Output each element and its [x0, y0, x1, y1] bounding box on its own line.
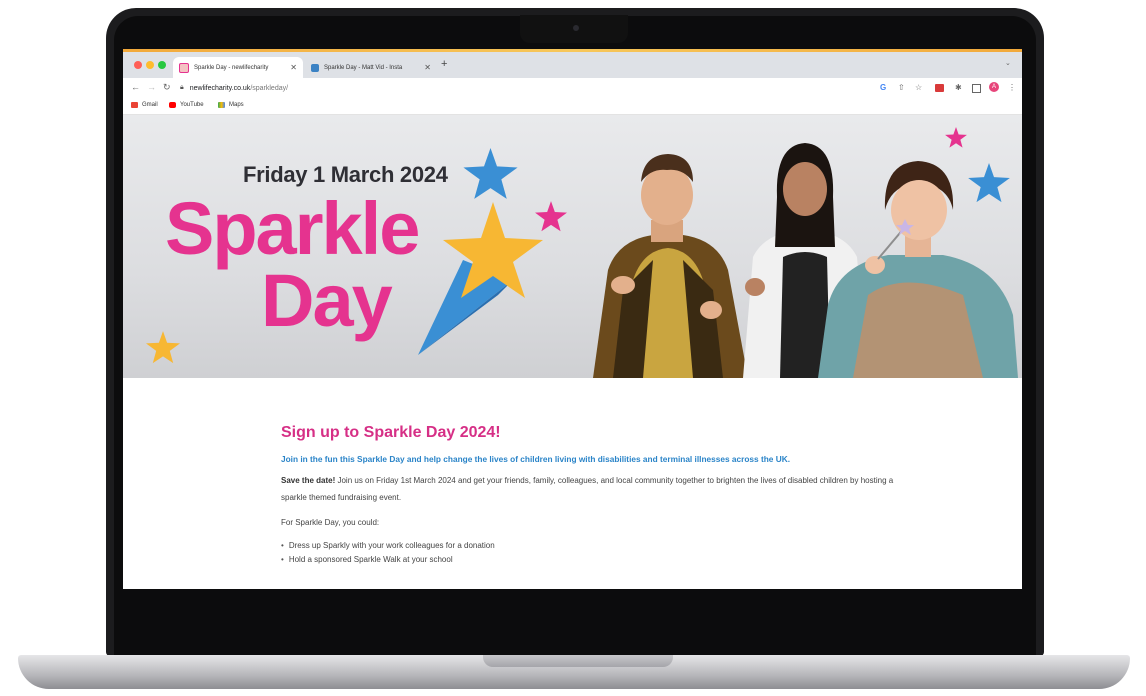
url-host: newlifecharity.co.uk: [189, 84, 251, 92]
close-window-button[interactable]: [134, 61, 142, 69]
browser-toolbar: ← → ↻ 🔒︎ newlifecharity.co.uk/sparkleday…: [123, 78, 1022, 98]
page-heading: Sign up to Sparkle Day 2024!: [281, 424, 501, 441]
forward-arrow-icon[interactable]: →: [147, 82, 156, 92]
intro-text: For Sparkle Day, you could:: [281, 518, 380, 527]
back-arrow-icon[interactable]: ←: [131, 82, 140, 92]
youtube-icon: [169, 102, 176, 108]
bookmark-star-icon[interactable]: ☆: [915, 83, 922, 92]
close-tab-icon[interactable]: ✕: [290, 63, 297, 72]
tab-label: Sparkle Day - Matt Vid - Insta: [324, 64, 403, 71]
pink-star-icon: [945, 127, 967, 148]
ideas-list: Dress up Sparkly with your work colleagu…: [281, 539, 901, 567]
bookmark-gmail[interactable]: Gmail: [131, 102, 158, 108]
bookmark-maps[interactable]: Maps: [218, 102, 244, 108]
extension-badge-icon[interactable]: [935, 84, 944, 92]
address-bar[interactable]: 🔒︎ newlifecharity.co.uk/sparkleday/: [180, 81, 820, 95]
video-favicon-icon: [311, 63, 319, 72]
blue-star-icon: [463, 148, 518, 199]
tab-matt-vid[interactable]: Sparkle Day - Matt Vid - Insta ✕: [305, 57, 437, 78]
close-tab-icon[interactable]: ✕: [424, 63, 431, 72]
browser-window: Sparkle Day - newlifecharity ✕ Sparkle D…: [123, 52, 1022, 589]
bookmark-label: YouTube: [180, 102, 204, 108]
person-gold-jacket-image: [593, 154, 748, 378]
gmail-icon: [131, 102, 138, 108]
plus-icon[interactable]: +: [441, 58, 447, 70]
lock-icon: 🔒︎: [180, 84, 184, 91]
list-item: Hold a sponsored Sparkle Walk at your sc…: [281, 553, 901, 567]
chevron-down-icon[interactable]: ⌄: [1005, 59, 1011, 67]
person-sequin-top-image: [818, 161, 1018, 378]
save-the-date-paragraph: Save the date! Join us on Friday 1st Mar…: [281, 472, 901, 506]
event-date: Friday 1 March 2024: [243, 162, 448, 187]
hero-title-day: Day: [261, 259, 393, 342]
pink-star-icon: [535, 201, 567, 232]
bookmarks-bar: Gmail YouTube Maps: [123, 98, 1022, 115]
minimize-window-button[interactable]: [146, 61, 154, 69]
puzzle-icon[interactable]: ✱: [955, 83, 962, 92]
bookmark-label: Maps: [229, 102, 244, 108]
tab-label: Sparkle Day - newlifecharity: [194, 64, 269, 71]
bookmark-label: Gmail: [142, 102, 158, 108]
yellow-star-icon: [146, 331, 180, 364]
save-the-date-text: Join us on Friday 1st March 2024 and get…: [281, 476, 894, 502]
camera-icon: [573, 25, 579, 31]
hero-title-sparkle: Sparkle: [165, 187, 420, 270]
lead-text: Join in the fun this Sparkle Day and hel…: [281, 454, 790, 464]
url-path: /sparkleday/: [250, 84, 289, 92]
tab-bar: Sparkle Day - newlifecharity ✕ Sparkle D…: [123, 52, 1022, 78]
google-icon[interactable]: G: [880, 83, 886, 92]
main-content: Sign up to Sparkle Day 2024! Join in the…: [281, 392, 901, 567]
newlife-favicon-icon: [179, 62, 189, 73]
tab-sparkle-day[interactable]: Sparkle Day - newlifecharity ✕: [173, 57, 303, 78]
hero-banner: Friday 1 March 2024 Sparkle Day: [123, 115, 1022, 378]
menu-dots-icon[interactable]: ⋮: [1008, 83, 1016, 92]
scroll-fade: [123, 572, 1022, 589]
profile-avatar[interactable]: A: [989, 82, 999, 92]
list-item: Dress up Sparkly with your work colleagu…: [281, 539, 901, 553]
bookmark-youtube[interactable]: YouTube: [169, 102, 204, 108]
laptop-base-notch: [483, 655, 673, 667]
reload-icon[interactable]: ↻: [163, 82, 171, 93]
maximize-window-button[interactable]: [158, 61, 166, 69]
side-panel-icon[interactable]: [972, 84, 981, 93]
share-icon[interactable]: ⇧: [898, 83, 905, 92]
save-the-date-label: Save the date!: [281, 476, 336, 485]
maps-icon: [218, 102, 225, 108]
